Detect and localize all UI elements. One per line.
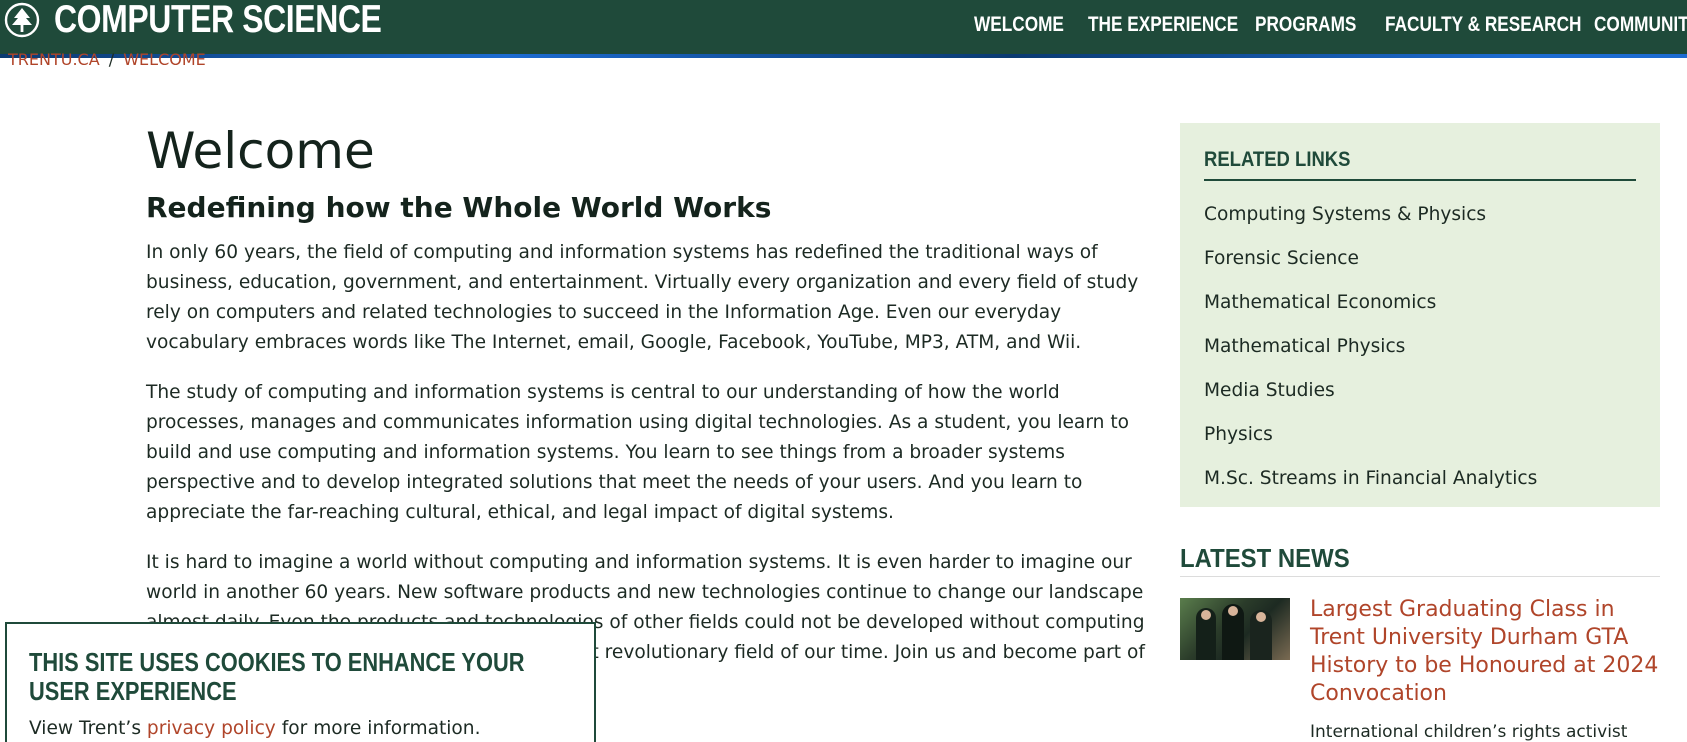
related-link[interactable]: Forensic Science <box>1204 237 1636 281</box>
cookie-text-after: for more information. <box>275 718 481 739</box>
latest-news-title: LATEST NEWS <box>1180 543 1350 573</box>
main-content: Welcome Redefining how the Whole World W… <box>146 118 1146 698</box>
nav-the-experience[interactable]: THE EXPERIENCE <box>1088 10 1238 40</box>
cookie-text-before: View Trent’s <box>29 718 147 739</box>
breadcrumb-separator: / <box>108 50 115 68</box>
nav-faculty-research[interactable]: FACULTY & RESEARCH <box>1385 10 1581 40</box>
cookie-banner: THIS SITE USES COOKIES TO ENHANCE YOUR U… <box>5 622 596 742</box>
page-title: Welcome <box>146 122 375 180</box>
news-headline-link[interactable]: Largest Graduating Class in Trent Univer… <box>1310 596 1660 708</box>
related-link[interactable]: Physics <box>1204 413 1636 457</box>
cookie-banner-title: THIS SITE USES COOKIES TO ENHANCE YOUR U… <box>29 647 525 706</box>
page-subtitle: Redefining how the Whole World Works <box>146 191 772 224</box>
site-header: COMPUTER SCIENCE WELCOME THE EXPERIENCE … <box>0 0 1687 58</box>
news-excerpt: International children’s rights activist <box>1310 722 1628 742</box>
paragraph: The study of computing and information s… <box>146 382 1130 523</box>
privacy-policy-link[interactable]: privacy policy <box>147 718 276 739</box>
trent-logo-icon[interactable] <box>4 2 40 38</box>
divider <box>1204 179 1636 181</box>
related-link[interactable]: Mathematical Economics <box>1204 281 1636 325</box>
cookie-banner-text: View Trent’s privacy policy for more inf… <box>29 718 572 739</box>
breadcrumb: TRENTU.CA / WELCOME <box>8 50 206 68</box>
related-links-list: Computing Systems & Physics Forensic Sci… <box>1204 193 1636 501</box>
related-link[interactable]: Media Studies <box>1204 369 1636 413</box>
nav-programs[interactable]: PROGRAMS <box>1255 10 1356 40</box>
nav-community[interactable]: COMMUNITY <box>1594 10 1687 40</box>
related-link[interactable]: Computing Systems & Physics <box>1204 193 1636 237</box>
related-link[interactable]: M.Sc. Streams in Financial Analytics <box>1204 457 1636 501</box>
related-links-title: RELATED LINKS <box>1204 148 1351 171</box>
related-link[interactable]: Mathematical Physics <box>1204 325 1636 369</box>
nav-welcome[interactable]: WELCOME <box>974 10 1064 40</box>
divider <box>1180 576 1660 577</box>
related-links-panel: RELATED LINKS Computing Systems & Physic… <box>1180 123 1660 507</box>
breadcrumb-current: WELCOME <box>123 50 206 68</box>
header-decorative-strip <box>0 54 1687 58</box>
news-thumbnail-image[interactable] <box>1180 598 1290 660</box>
paragraph: In only 60 years, the field of computing… <box>146 242 1139 353</box>
breadcrumb-home-link[interactable]: TRENTU.CA <box>8 50 100 68</box>
site-title[interactable]: COMPUTER SCIENCE <box>54 0 382 40</box>
